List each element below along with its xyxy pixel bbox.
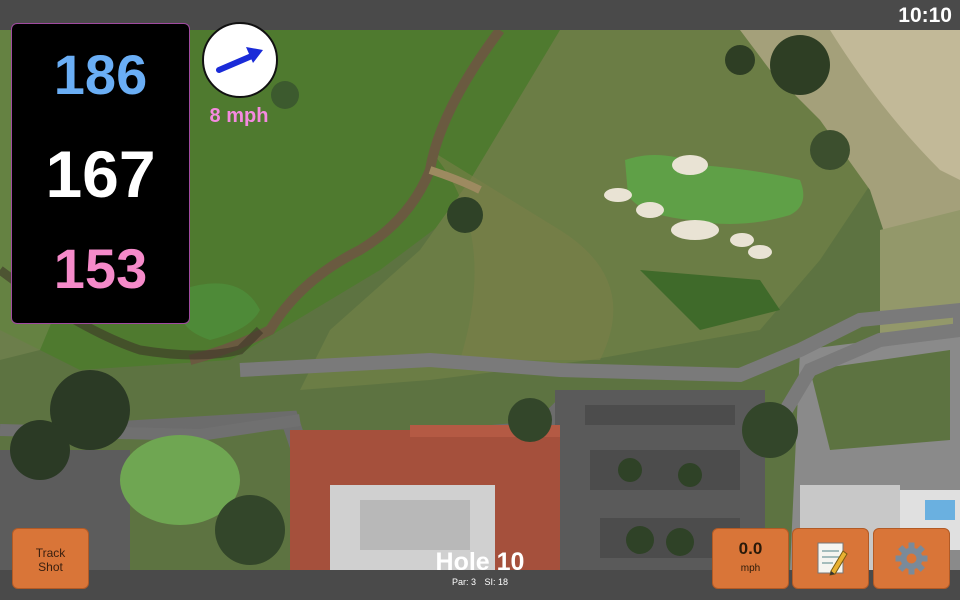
wind-indicator [202,22,278,98]
middle-distance: 167 [45,137,156,211]
clock: 10:10 [898,4,952,27]
wind-speed-label: 8 mph [209,105,269,127]
settings-button[interactable] [873,528,950,589]
hole-par: Par: 3 [451,577,476,587]
track-shot-label-line2: Shot [38,560,63,574]
front-distance: 153 [53,237,148,300]
gear-icon [895,542,928,575]
speed-unit: mph [740,563,761,574]
hole-info: Par: 3 SI: 18 [400,577,560,587]
hole-stroke-index: SI: 18 [484,577,509,587]
notes-icon [817,542,848,576]
speed-button[interactable]: 0.0 mph [712,528,789,589]
hole-title: Hole 10 [435,548,525,576]
distance-panel: 186 167 153 [11,23,190,324]
wind-arrow-icon [216,47,263,73]
track-shot-button[interactable]: Track Shot [12,528,89,589]
back-distance: 186 [53,43,148,106]
track-shot-label-line1: Track [35,546,66,560]
speed-value: 0.0 [738,539,763,558]
notes-button[interactable] [792,528,869,589]
